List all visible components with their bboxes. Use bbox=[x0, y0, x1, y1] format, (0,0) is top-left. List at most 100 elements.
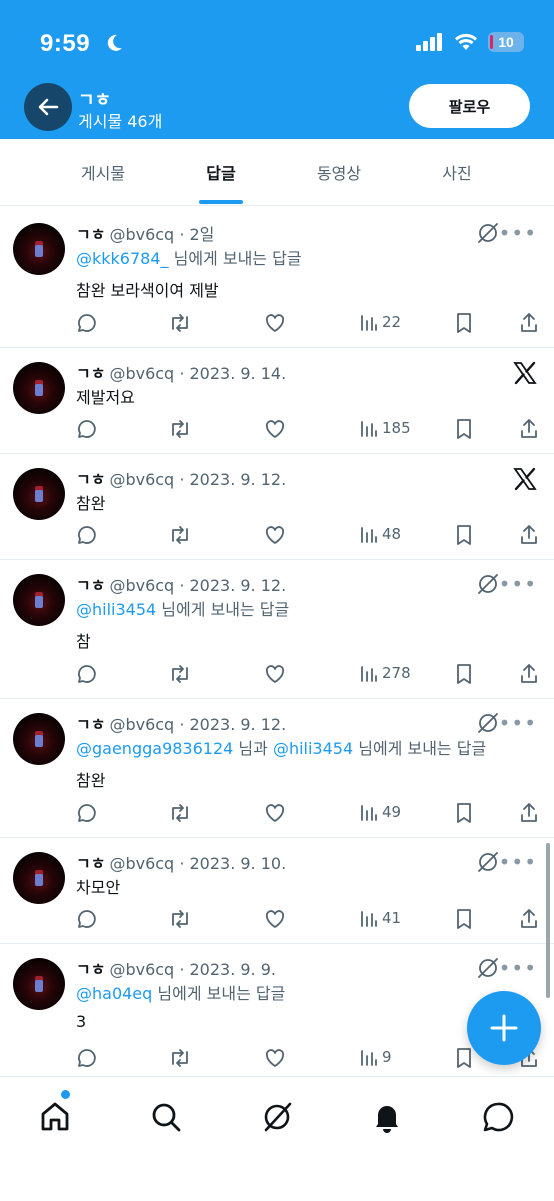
like-button[interactable] bbox=[264, 908, 286, 930]
more-options-button[interactable]: ••• bbox=[499, 572, 537, 596]
share-button[interactable] bbox=[519, 418, 539, 440]
views-icon bbox=[361, 421, 377, 437]
retweet-button[interactable] bbox=[168, 802, 192, 824]
like-button[interactable] bbox=[264, 312, 286, 334]
author-handle[interactable]: @bv6cq bbox=[109, 364, 174, 383]
nav-search[interactable] bbox=[146, 1097, 186, 1137]
more-options-button[interactable]: ••• bbox=[499, 221, 537, 245]
mention-link[interactable]: @hili3454 bbox=[273, 739, 353, 758]
mention-link[interactable]: @ha04eq bbox=[76, 984, 152, 1003]
grok-button[interactable] bbox=[476, 711, 500, 739]
share-button[interactable] bbox=[519, 312, 539, 334]
views-button[interactable]: 41 bbox=[360, 908, 401, 928]
share-button[interactable] bbox=[519, 663, 539, 685]
author-handle[interactable]: @bv6cq bbox=[109, 715, 174, 734]
views-button[interactable]: 49 bbox=[360, 802, 401, 822]
retweet-button[interactable] bbox=[168, 1047, 192, 1069]
avatar[interactable] bbox=[13, 958, 65, 1010]
tweet[interactable]: ㄱㅎ @bv6cq · 2023. 9. 12. 참완 48 bbox=[0, 454, 554, 560]
retweet-button[interactable] bbox=[168, 524, 192, 546]
more-options-button[interactable]: ••• bbox=[499, 956, 537, 980]
avatar[interactable] bbox=[13, 713, 65, 765]
nav-grok[interactable] bbox=[257, 1097, 297, 1137]
author-name[interactable]: ㄱㅎ bbox=[76, 470, 105, 489]
author-name[interactable]: ㄱㅎ bbox=[76, 364, 105, 383]
avatar[interactable] bbox=[13, 223, 65, 275]
nav-home[interactable] bbox=[35, 1097, 75, 1137]
views-button[interactable]: 9 bbox=[360, 1047, 392, 1067]
mention-link[interactable]: @kkk6784_ bbox=[76, 249, 169, 268]
views-button[interactable]: 22 bbox=[360, 312, 401, 332]
author-handle[interactable]: @bv6cq bbox=[109, 576, 174, 595]
avatar[interactable] bbox=[13, 362, 65, 414]
tweet-date: · 2일 bbox=[179, 225, 215, 244]
tab-videos[interactable]: 동영상 bbox=[296, 139, 382, 205]
tweet[interactable]: ㄱㅎ @bv6cq · 2023. 9. 12. @hili3454 님에게 보내는… bbox=[0, 560, 554, 699]
share-button[interactable] bbox=[519, 802, 539, 824]
bookmark-button[interactable] bbox=[454, 802, 474, 824]
reply-button[interactable] bbox=[76, 524, 98, 546]
author-handle[interactable]: @bv6cq bbox=[109, 470, 174, 489]
follow-button[interactable]: 팔로우 bbox=[409, 84, 530, 128]
mention-link[interactable]: @gaengga9836124 bbox=[76, 739, 233, 758]
avatar[interactable] bbox=[13, 468, 65, 520]
bookmark-button[interactable] bbox=[454, 312, 474, 334]
retweet-button[interactable] bbox=[168, 312, 192, 334]
tweet[interactable]: ㄱㅎ @bv6cq · 2023. 9. 14. 제발저요 185 bbox=[0, 348, 554, 454]
bookmark-button[interactable] bbox=[454, 1047, 474, 1069]
reply-button[interactable] bbox=[76, 663, 98, 685]
scrollbar[interactable] bbox=[546, 843, 550, 998]
reply-button[interactable] bbox=[76, 908, 98, 930]
back-button[interactable] bbox=[24, 83, 72, 131]
tweet[interactable]: ㄱㅎ @bv6cq · 2023. 9. 10. 차모안 ••• 41 bbox=[0, 838, 554, 944]
reply-button[interactable] bbox=[76, 418, 98, 440]
author-name[interactable]: ㄱㅎ bbox=[76, 715, 105, 734]
views-button[interactable]: 278 bbox=[360, 663, 411, 683]
reply-button[interactable] bbox=[76, 1047, 98, 1069]
like-button[interactable] bbox=[264, 418, 286, 440]
bookmark-button[interactable] bbox=[454, 524, 474, 546]
grok-button[interactable] bbox=[476, 850, 500, 878]
nav-messages[interactable] bbox=[478, 1097, 518, 1137]
author-name[interactable]: ㄱㅎ bbox=[76, 854, 105, 873]
bookmark-button[interactable] bbox=[454, 663, 474, 685]
reply-button[interactable] bbox=[76, 802, 98, 824]
bookmark-button[interactable] bbox=[454, 418, 474, 440]
like-button[interactable] bbox=[264, 524, 286, 546]
bookmark-button[interactable] bbox=[454, 908, 474, 930]
tweet[interactable]: ㄱㅎ @bv6cq · 2일 @kkk6784_ 님에게 보내는 답글 참완 보라색이… bbox=[0, 209, 554, 348]
tab-photos[interactable]: 사진 bbox=[414, 139, 500, 205]
grok-button[interactable] bbox=[476, 221, 500, 249]
tweet[interactable]: ㄱㅎ @bv6cq · 2023. 9. 12. @gaengga9836124 님… bbox=[0, 699, 554, 838]
like-button[interactable] bbox=[264, 1047, 286, 1069]
mention-link[interactable]: @hili3454 bbox=[76, 600, 156, 619]
avatar[interactable] bbox=[13, 574, 65, 626]
share-button[interactable] bbox=[519, 908, 539, 930]
nav-notifications[interactable] bbox=[367, 1097, 407, 1137]
author-handle[interactable]: @bv6cq bbox=[109, 960, 174, 979]
grok-button[interactable] bbox=[476, 956, 500, 984]
author-name[interactable]: ㄱㅎ bbox=[76, 576, 105, 595]
tab-posts[interactable]: 게시물 bbox=[60, 139, 146, 205]
author-handle[interactable]: @bv6cq bbox=[109, 854, 174, 873]
bookmark-icon bbox=[457, 313, 471, 333]
reply-button[interactable] bbox=[76, 312, 98, 334]
views-icon bbox=[361, 527, 377, 543]
author-name[interactable]: ㄱㅎ bbox=[76, 960, 105, 979]
views-button[interactable]: 48 bbox=[360, 524, 401, 544]
retweet-button[interactable] bbox=[168, 908, 192, 930]
author-handle[interactable]: @bv6cq bbox=[109, 225, 174, 244]
retweet-button[interactable] bbox=[168, 663, 192, 685]
like-button[interactable] bbox=[264, 802, 286, 824]
like-button[interactable] bbox=[264, 663, 286, 685]
share-button[interactable] bbox=[519, 524, 539, 546]
tab-replies[interactable]: 답글 bbox=[178, 139, 264, 205]
grok-button[interactable] bbox=[476, 572, 500, 600]
compose-button[interactable] bbox=[467, 991, 541, 1065]
more-options-button[interactable]: ••• bbox=[499, 850, 537, 874]
avatar[interactable] bbox=[13, 852, 65, 904]
more-options-button[interactable]: ••• bbox=[499, 711, 537, 735]
author-name[interactable]: ㄱㅎ bbox=[76, 225, 105, 244]
views-button[interactable]: 185 bbox=[360, 418, 411, 438]
retweet-button[interactable] bbox=[168, 418, 192, 440]
